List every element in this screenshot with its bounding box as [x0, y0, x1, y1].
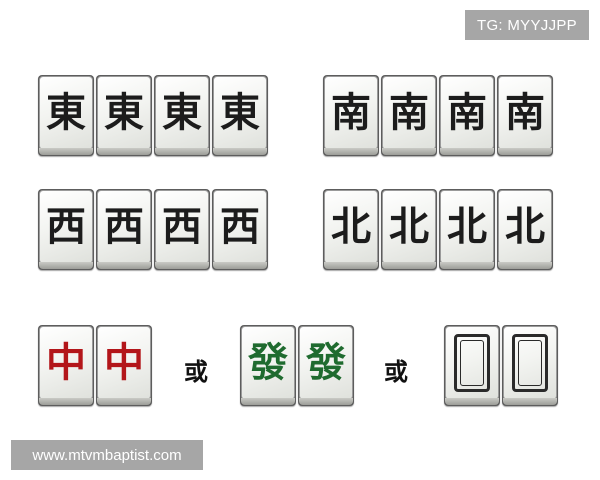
tile-glyph: 中	[104, 339, 144, 386]
or-separator: 或	[384, 357, 408, 386]
red-dragon-set: 中 中	[38, 325, 152, 406]
south-wind-set: 南 南 南 南	[323, 75, 553, 156]
mahjong-tile-green-dragon: 發	[240, 325, 296, 406]
or-separator: 或	[184, 357, 208, 386]
white-dragon-set	[444, 325, 558, 406]
mahjong-tile-south: 南	[381, 75, 437, 156]
mahjong-tile-south: 南	[323, 75, 379, 156]
mahjong-tile-west: 西	[154, 189, 210, 270]
mahjong-tile-west: 西	[212, 189, 268, 270]
tile-glyph: 發	[248, 339, 288, 386]
tile-glyph: 北	[331, 203, 371, 250]
tile-glyph: 南	[389, 89, 429, 136]
tile-glyph: 西	[220, 203, 260, 250]
mahjong-tile-north: 北	[497, 189, 553, 270]
mahjong-tile-north: 北	[439, 189, 495, 270]
mahjong-tile-red-dragon: 中	[96, 325, 152, 406]
tile-glyph: 南	[447, 89, 487, 136]
north-wind-set: 北 北 北 北	[323, 189, 553, 270]
mahjong-tile-east: 東	[96, 75, 152, 156]
tile-glyph: 東	[162, 89, 202, 136]
tile-glyph: 東	[104, 89, 144, 136]
white-dragon-frame-icon	[454, 334, 490, 392]
tile-glyph: 西	[46, 203, 86, 250]
mahjong-tile-white-dragon	[444, 325, 500, 406]
website-watermark: www.mtvmbaptist.com	[11, 440, 203, 470]
mahjong-tile-west: 西	[96, 189, 152, 270]
mahjong-tile-south: 南	[439, 75, 495, 156]
tile-glyph: 發	[306, 339, 346, 386]
mahjong-tile-north: 北	[381, 189, 437, 270]
east-wind-set: 東 東 東 東	[38, 75, 268, 156]
tile-glyph: 東	[220, 89, 260, 136]
mahjong-tile-north: 北	[323, 189, 379, 270]
green-dragon-set: 發 發	[240, 325, 354, 406]
mahjong-tile-east: 東	[212, 75, 268, 156]
west-wind-set: 西 西 西 西	[38, 189, 268, 270]
tile-glyph: 東	[46, 89, 86, 136]
mahjong-tile-white-dragon	[502, 325, 558, 406]
mahjong-tile-green-dragon: 發	[298, 325, 354, 406]
tile-glyph: 南	[505, 89, 545, 136]
tile-glyph: 北	[389, 203, 429, 250]
tile-glyph: 北	[505, 203, 545, 250]
tile-glyph: 南	[331, 89, 371, 136]
tile-glyph: 西	[104, 203, 144, 250]
tile-glyph: 中	[46, 339, 86, 386]
mahjong-tile-east: 東	[154, 75, 210, 156]
tile-glyph: 北	[447, 203, 487, 250]
tile-glyph: 西	[162, 203, 202, 250]
mahjong-tile-west: 西	[38, 189, 94, 270]
white-dragon-frame-icon	[512, 334, 548, 392]
mahjong-tile-red-dragon: 中	[38, 325, 94, 406]
mahjong-tile-south: 南	[497, 75, 553, 156]
mahjong-tile-east: 東	[38, 75, 94, 156]
telegram-tag: TG: MYYJJPP	[465, 10, 589, 40]
